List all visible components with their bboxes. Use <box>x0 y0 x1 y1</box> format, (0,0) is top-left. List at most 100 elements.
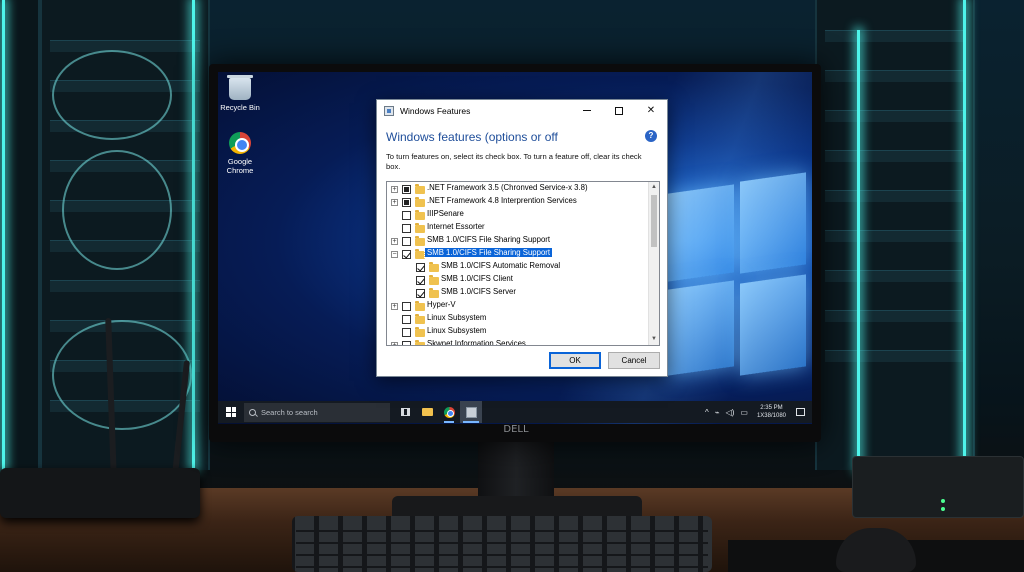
volume-icon[interactable]: ◁) <box>726 408 735 417</box>
display-icon[interactable]: ▭ <box>740 408 748 417</box>
task-view-icon <box>400 408 410 416</box>
close-icon: ✕ <box>646 105 656 116</box>
feature-checkbox[interactable] <box>416 276 425 285</box>
feature-row[interactable]: SMB 1.0/CIFS Server <box>387 287 648 300</box>
feature-checkbox[interactable] <box>402 237 411 246</box>
feature-checkbox[interactable] <box>402 185 411 194</box>
windows-start-icon <box>226 407 236 417</box>
dialog-heading: Windows features (options or off <box>386 130 558 144</box>
task-view-button[interactable] <box>394 401 416 423</box>
folder-icon <box>415 210 425 220</box>
start-button[interactable] <box>218 401 244 423</box>
feature-row[interactable]: + .NET Framework 4.8 Interprention Servic… <box>387 196 648 209</box>
taskbar-search-box[interactable]: Search to search <box>244 402 390 422</box>
minimize-icon <box>583 110 591 111</box>
feature-row[interactable]: Linux Subsystem <box>387 313 648 326</box>
folder-icon <box>415 236 425 246</box>
server-rack-right <box>815 0 975 470</box>
minimize-button[interactable] <box>571 100 603 121</box>
feature-row[interactable]: Internet Essorter <box>387 222 648 235</box>
feature-checkbox[interactable] <box>402 224 411 233</box>
feature-label: SMB 1.0/CIFS File Sharing Support <box>427 235 551 244</box>
features-tree: + .NET Framework 3.5 (Chronved Service-x … <box>386 181 660 346</box>
folder-icon <box>415 301 425 311</box>
expand-icon[interactable]: + <box>391 199 398 206</box>
chrome-icon <box>443 406 455 418</box>
dialog-titlebar[interactable]: Windows Features ✕ <box>377 100 667 121</box>
features-scrollbar[interactable]: ▲ ▼ <box>648 182 659 345</box>
show-hidden-icons-icon[interactable]: ^ <box>705 408 709 417</box>
feature-checkbox[interactable] <box>416 289 425 298</box>
feature-checkbox[interactable] <box>402 250 411 259</box>
feature-checkbox[interactable] <box>402 198 411 207</box>
folder-icon <box>429 275 439 285</box>
help-icon[interactable]: ? <box>645 130 657 142</box>
feature-label: Hyper-V <box>427 300 456 309</box>
folder-icon <box>415 327 425 337</box>
feature-label: .NET Framework 3.5 (Chronved Service-x 3… <box>427 183 588 192</box>
notifications-icon[interactable] <box>796 408 805 416</box>
file-explorer-button[interactable] <box>416 401 438 423</box>
expand-icon[interactable]: + <box>391 238 398 245</box>
folder-icon <box>415 223 425 233</box>
feature-row[interactable]: − SMB 1.0/CIFS File Sharing Support <box>387 247 648 261</box>
expand-icon[interactable]: + <box>391 186 398 193</box>
collapse-icon[interactable]: − <box>391 251 398 258</box>
clock-time: 2:35 PM <box>760 405 783 411</box>
keyboard <box>292 516 712 572</box>
desktop-icon-chrome[interactable]: Google Chrome <box>218 132 264 175</box>
feature-row[interactable]: IIIPSenare <box>387 209 648 222</box>
feature-label: Skwnet Information Services <box>427 339 526 345</box>
close-button[interactable]: ✕ <box>635 100 667 121</box>
feature-row[interactable]: SMB 1.0/CIFS Automatic Removal <box>387 261 648 274</box>
feature-label: Linux Subsystem <box>427 326 487 335</box>
cancel-button[interactable]: Cancel <box>608 352 660 369</box>
folder-icon <box>415 249 425 259</box>
expand-icon[interactable]: + <box>391 303 398 310</box>
network-icon[interactable]: ⌁ <box>715 408 720 417</box>
recycle-bin-icon <box>227 75 253 100</box>
feature-checkbox[interactable] <box>416 263 425 272</box>
folder-icon <box>429 262 439 272</box>
feature-row[interactable]: + Hyper-V <box>387 300 648 313</box>
feature-checkbox[interactable] <box>402 315 411 324</box>
feature-checkbox[interactable] <box>402 341 411 345</box>
desktop-icon-label: Recycle Bin <box>220 103 260 112</box>
feature-checkbox[interactable] <box>402 211 411 220</box>
network-storage <box>852 456 1024 518</box>
scroll-up-icon[interactable]: ▲ <box>649 182 659 193</box>
maximize-icon <box>615 106 623 115</box>
server-rack-far-left <box>0 0 40 470</box>
scroll-down-icon[interactable]: ▼ <box>649 334 659 345</box>
windows-features-icon <box>384 105 394 116</box>
chrome-icon <box>229 132 251 154</box>
features-tree-list: + .NET Framework 3.5 (Chronved Service-x … <box>387 182 648 345</box>
feature-row[interactable]: Linux Subsystem <box>387 326 648 339</box>
feature-row[interactable]: + Skwnet Information Services <box>387 339 648 345</box>
system-tray: ^ ⌁ ◁) ▭ 2:35 PM 1X38/1080 <box>702 401 812 423</box>
feature-row[interactable]: SMB 1.0/CIFS Client <box>387 274 648 287</box>
taskbar-clock[interactable]: 2:35 PM 1X38/1080 <box>757 404 786 420</box>
chrome-taskbar-button[interactable] <box>438 401 460 423</box>
folder-icon <box>415 314 425 324</box>
windows-wallpaper-logo <box>668 172 812 387</box>
scroll-thumb[interactable] <box>651 195 657 247</box>
router <box>0 468 200 518</box>
windows-features-taskbar-button[interactable] <box>460 401 482 423</box>
maximize-button[interactable] <box>603 100 635 121</box>
search-placeholder: Search to search <box>261 407 318 417</box>
desktop-icon-label: Google Chrome <box>226 157 254 175</box>
clock-date: 1X38/1080 <box>756 413 786 419</box>
desktop-icon-recycle-bin[interactable]: Recycle Bin <box>218 75 264 112</box>
feature-label: SMB 1.0/CIFS Server <box>441 287 516 296</box>
dialog-title: Windows Features <box>400 105 471 116</box>
feature-checkbox[interactable] <box>402 302 411 311</box>
folder-icon <box>415 340 425 345</box>
ok-button[interactable]: OK <box>549 352 601 369</box>
feature-row[interactable]: + .NET Framework 3.5 (Chronved Service-x … <box>387 183 648 196</box>
feature-row[interactable]: + SMB 1.0/CIFS File Sharing Support <box>387 235 648 248</box>
feature-label: SMB 1.0/CIFS File Sharing Support <box>423 247 554 258</box>
folder-icon <box>415 197 425 207</box>
feature-checkbox[interactable] <box>402 328 411 337</box>
expand-icon[interactable]: + <box>391 342 398 345</box>
